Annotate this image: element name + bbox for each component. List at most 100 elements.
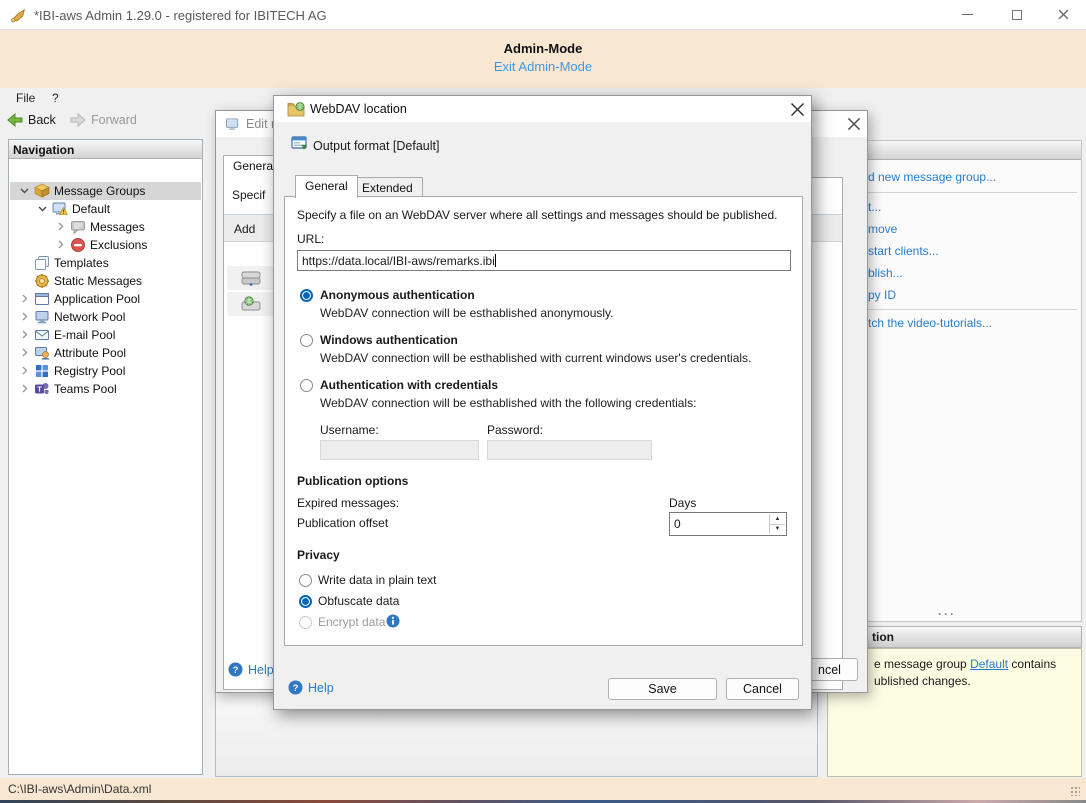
publication-offset-spinner[interactable]: 0 ▲ ▼ (669, 512, 787, 536)
webdav-dialog-close-button[interactable] (790, 102, 806, 118)
plain-text-label[interactable]: Write data in plain text (318, 573, 437, 587)
maximize-button[interactable] (1000, 0, 1034, 29)
radio-windows-authentication[interactable] (300, 334, 313, 347)
tab-general[interactable]: General (295, 175, 358, 198)
radio-obfuscate-data[interactable] (299, 595, 312, 608)
url-value: https://data.local/IBI-aws/remarks.ibi (302, 254, 495, 268)
forward-arrow-icon (70, 113, 86, 127)
tree-item-email-pool[interactable]: E-mail Pool (10, 326, 201, 344)
task-link-publish[interactable]: blish... (868, 266, 903, 280)
add-button[interactable]: Add (234, 222, 255, 236)
tree-label: Message Groups (54, 184, 145, 198)
navigation-panel: Navigation Message Groups Default Messag… (8, 139, 203, 775)
tree-label: Static Messages (54, 274, 142, 288)
days-label: Days (669, 496, 696, 510)
tree-label: Default (72, 202, 110, 216)
webdav-dialog-title: WebDAV location (310, 102, 407, 116)
task-link-restart-clients[interactable]: start clients... (868, 244, 939, 258)
output-format-label: Output format [Default] (313, 139, 439, 153)
tree-item-templates[interactable]: Templates (10, 254, 201, 272)
chevron-right-icon[interactable] (55, 221, 66, 232)
help-icon: ? (228, 662, 243, 677)
close-button[interactable] (1046, 0, 1080, 29)
window-title: *IBI-aws Admin 1.29.0 - registered for I… (34, 8, 327, 23)
help-icon: ? (288, 680, 303, 695)
task-link-video-tutorials[interactable]: tch the video-tutorials... (868, 316, 992, 330)
menu-help[interactable]: ? (52, 91, 59, 105)
webdav-help-link[interactable]: ? Help (288, 680, 334, 695)
tree-item-exclusions[interactable]: Exclusions (10, 236, 201, 254)
url-input[interactable]: https://data.local/IBI-aws/remarks.ibi (297, 250, 791, 271)
anonymous-authentication-label[interactable]: Anonymous authentication (320, 288, 475, 302)
credentials-authentication-label[interactable]: Authentication with credentials (320, 378, 498, 392)
chevron-right-icon[interactable] (55, 239, 66, 250)
navigation-header: Navigation (9, 140, 202, 159)
forward-button[interactable]: Forward (70, 113, 137, 127)
webdav-drive-icon (240, 294, 262, 314)
tree-item-messages[interactable]: Messages (10, 218, 201, 236)
chevron-down-icon[interactable] (37, 203, 48, 214)
admin-mode-title: Admin-Mode (0, 41, 1086, 56)
tree-item-registry-pool[interactable]: Registry Pool (10, 362, 201, 380)
tree-item-message-groups[interactable]: Message Groups (10, 182, 201, 200)
spin-up-icon[interactable]: ▲ (770, 514, 785, 525)
webdav-location-dialog: WebDAV location Output format [Default] … (273, 95, 812, 710)
task-link-copy-id[interactable]: py ID (868, 288, 896, 302)
templates-icon (34, 255, 50, 271)
credentials-authentication-desc: WebDAV connection will be esthablished w… (320, 396, 696, 410)
tree-item-application-pool[interactable]: Application Pool (10, 290, 201, 308)
tree-item-teams-pool[interactable]: T Teams Pool (10, 380, 201, 398)
back-button[interactable]: Back (7, 113, 56, 127)
url-label: URL: (297, 232, 324, 246)
edit-dialog-help-link[interactable]: ? Help (228, 662, 274, 677)
tree-label: Application Pool (54, 292, 140, 306)
publication-offset-label: Publication offset (297, 516, 388, 530)
edit-dialog-close-button[interactable] (847, 117, 863, 133)
menu-file[interactable]: File (16, 91, 35, 105)
tree-item-attribute-pool[interactable]: Attribute Pool (10, 344, 201, 362)
minimize-icon (962, 14, 973, 15)
exit-admin-mode-link[interactable]: Exit Admin-Mode (0, 59, 1086, 74)
chevron-right-icon[interactable] (19, 329, 30, 340)
spin-down-icon[interactable]: ▼ (770, 525, 785, 535)
chevron-right-icon[interactable] (19, 347, 30, 358)
anonymous-authentication-desc: WebDAV connection will be esthablished a… (320, 306, 614, 320)
default-group-link[interactable]: Default (970, 657, 1008, 671)
chevron-right-icon[interactable] (19, 311, 30, 322)
password-label: Password: (487, 423, 543, 437)
tree-item-default[interactable]: Default (10, 200, 201, 218)
admin-mode-banner: Admin-Mode Exit Admin-Mode (0, 30, 1086, 88)
chevron-right-icon[interactable] (19, 383, 30, 394)
windows-authentication-desc: WebDAV connection will be esthablished w… (320, 351, 751, 365)
radio-plain-text[interactable] (299, 574, 312, 587)
save-button[interactable]: Save (608, 678, 717, 700)
chevron-down-icon[interactable] (19, 185, 30, 196)
panel-splitter[interactable]: ··· (938, 607, 956, 621)
resize-grip[interactable] (1070, 786, 1080, 796)
username-input[interactable] (320, 440, 479, 460)
cancel-button[interactable]: Cancel (726, 678, 799, 700)
tree-label: Messages (90, 220, 145, 234)
password-input[interactable] (487, 440, 652, 460)
chevron-right-icon[interactable] (19, 293, 30, 304)
radio-anonymous-authentication[interactable] (300, 289, 313, 302)
chevron-right-icon[interactable] (19, 365, 30, 376)
task-link-edit[interactable]: t... (868, 200, 881, 214)
webdav-dialog-titlebar: WebDAV location (274, 96, 811, 122)
tree-label: Attribute Pool (54, 346, 126, 360)
radio-credentials-authentication[interactable] (300, 379, 313, 392)
obfuscate-data-label[interactable]: Obfuscate data (318, 594, 399, 608)
tab-extended[interactable]: Extended (352, 177, 423, 198)
tree-item-static-messages[interactable]: Static Messages (10, 272, 201, 290)
task-link-add-message-group[interactable]: d new message group... (868, 170, 996, 184)
spinner-buttons: ▲ ▼ (769, 514, 785, 534)
task-link-remove[interactable]: move (868, 222, 897, 236)
info-icon[interactable] (386, 614, 400, 628)
tree-item-network-pool[interactable]: Network Pool (10, 308, 201, 326)
windows-authentication-label[interactable]: Windows authentication (320, 333, 458, 347)
minimize-button[interactable] (950, 0, 984, 29)
close-icon (847, 117, 861, 131)
radio-encrypt-data[interactable] (299, 616, 312, 629)
edit-dialog-text-fragment: Specif (232, 188, 265, 202)
back-arrow-icon (7, 113, 23, 127)
